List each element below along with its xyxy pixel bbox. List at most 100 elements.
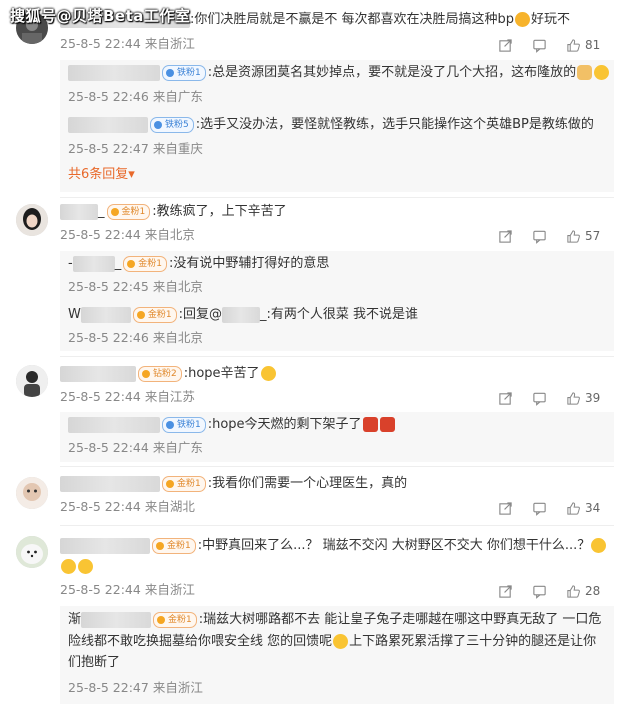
like-count: 39 [585, 391, 601, 405]
like-icon [567, 229, 580, 243]
comment-icon [533, 39, 546, 53]
comment-content: 金粉1:中野真回来了么...？ 瑞兹不交闪 大树野区不交大 你们想干什么...？ [60, 536, 607, 556]
reply-content: 铁粉5:选手又没办法，要怪就怪教练，选手只能操作这个英雄BP是教练做的 [68, 115, 594, 135]
username-suffix: _ [98, 204, 105, 219]
location: 来自北京 [152, 279, 203, 294]
reply-meta: 25-8-5 22:45 来自北京 [68, 278, 203, 296]
username[interactable] [60, 365, 136, 382]
fan-badge: 钻粉2 [138, 365, 182, 382]
divider [60, 466, 614, 467]
comment-button[interactable] [532, 498, 547, 518]
username[interactable] [68, 116, 148, 133]
fan-badge: 金粉1 [123, 255, 167, 272]
location: 来自重庆 [152, 141, 203, 156]
username-prefix: 渐 [68, 612, 82, 627]
like-count: 34 [585, 501, 601, 515]
like-count: 28 [585, 584, 601, 598]
share-button[interactable] [498, 498, 513, 518]
reply-content-line2: 险线都不敢吃换掘墓给你喂安全线 您的回馈呢 上下路累死累活撑了三十分钟的腿还是让你 [68, 632, 596, 652]
timestamp: 25-8-5 22:47 [68, 680, 149, 695]
location: 来自浙江 [152, 680, 203, 695]
timestamp: 25-8-5 22:44 [68, 440, 149, 455]
username-suffix: _ [114, 256, 122, 271]
reply-meta: 25-8-5 22:46 来自广东 [68, 88, 203, 106]
reply-meta: 25-8-5 22:47 来自浙江 [68, 679, 203, 697]
username[interactable] [81, 611, 152, 628]
share-icon [499, 501, 512, 515]
like-button[interactable]: 81 [566, 35, 600, 55]
timestamp: 25-8-5 22:46 [68, 89, 149, 104]
username[interactable] [72, 255, 115, 272]
reply-content: 铁粉1:总是资源团莫名其妙掉点，要不就是没了几个大招，这布隆放的 [68, 63, 610, 83]
location: 来自浙江 [144, 582, 195, 597]
location: 来自湖北 [144, 499, 195, 514]
timestamp: 25-8-5 22:44 [60, 389, 141, 404]
smile-emoji [260, 366, 276, 381]
like-icon [567, 391, 580, 405]
comment-content: 金粉1:我看你们需要一个心理医生，真的 [60, 474, 407, 494]
reply-text: :选手又没办法，要怪就怪教练，选手只能操作这个英雄BP是教练做的 [195, 117, 594, 132]
comment-text: :你们决胜局就是不赢是不 每次都喜欢在决胜局搞这种bp [190, 12, 515, 27]
reply-text: 险线都不敢吃换掘墓给你喂安全线 您的回馈呢 [68, 634, 333, 649]
like-button[interactable]: 28 [566, 581, 600, 601]
reply-content: 渐 金粉1:瑞兹大树哪路都不去 能让皇子兔子走哪越在哪这中野真无敌了 一口危 [68, 610, 601, 630]
username[interactable] [68, 416, 160, 433]
timestamp: 25-8-5 22:46 [68, 330, 149, 345]
share-icon [499, 38, 512, 52]
reply-text: :没有说中野辅打得好的意思 [168, 256, 330, 271]
avatar[interactable] [16, 477, 48, 509]
comment-icon [533, 502, 546, 516]
share-button[interactable] [498, 581, 513, 601]
share-icon [499, 229, 512, 243]
username[interactable] [60, 537, 150, 554]
reply-meta: 25-8-5 22:46 来自北京 [68, 329, 203, 347]
fan-badge: 铁粉5 [150, 116, 194, 133]
reply-content: - _ 金粉1:没有说中野辅打得好的意思 [68, 254, 329, 274]
more-replies-link[interactable]: 共6条回复▾ [68, 166, 135, 184]
reply-text: _:有两个人很菜 我不说是谁 [259, 307, 418, 322]
share-icon [499, 391, 512, 405]
comment-button[interactable] [532, 35, 547, 55]
comment-meta: 25-8-5 22:44 来自北京 [60, 226, 195, 244]
mentioned-username[interactable] [221, 306, 260, 323]
fan-badge: 金粉1 [106, 203, 151, 220]
smile-emoji [333, 634, 349, 649]
username[interactable] [68, 64, 160, 81]
comment-icon [533, 392, 546, 406]
fan-badge: 铁粉1 [162, 64, 206, 81]
timestamp: 25-8-5 22:45 [68, 279, 149, 294]
location: 来自广东 [152, 440, 203, 455]
reply-meta: 25-8-5 22:47 来自重庆 [68, 140, 203, 158]
more-replies-label: 共6条回复 [68, 167, 129, 182]
username[interactable] [60, 475, 160, 492]
reply-content: 铁粉1:hope今天燃的剩下架子了 [68, 415, 396, 435]
comment-icon [533, 585, 546, 599]
share-button[interactable] [498, 388, 513, 408]
comment-text: :我看你们需要一个心理医生，真的 [207, 476, 408, 491]
like-button[interactable]: 39 [566, 388, 600, 408]
comment-meta: 25-8-5 22:44 来自浙江 [60, 35, 195, 53]
like-button[interactable]: 57 [566, 226, 600, 246]
share-button[interactable] [498, 35, 513, 55]
avatar[interactable] [16, 204, 48, 236]
avatar[interactable] [16, 536, 48, 568]
timestamp: 25-8-5 22:44 [60, 36, 141, 51]
comment-meta: 25-8-5 22:44 来自湖北 [60, 498, 195, 516]
comment-button[interactable] [532, 388, 547, 408]
fan-badge: 铁粉1 [162, 416, 206, 433]
share-button[interactable] [498, 226, 513, 246]
share-icon [499, 584, 512, 598]
username[interactable] [60, 203, 98, 220]
comment-button[interactable] [532, 226, 547, 246]
username[interactable] [80, 306, 131, 323]
avatar[interactable] [16, 365, 48, 397]
comment-content: 钻粉2:hope辛苦了 [60, 364, 277, 384]
tongue-emoji [515, 12, 531, 27]
reply-text: :hope今天燃的剩下架子了 [207, 417, 362, 432]
smile-emoji [591, 538, 607, 553]
location: 来自江苏 [144, 389, 195, 404]
comment-button[interactable] [532, 581, 547, 601]
location: 来自北京 [152, 330, 203, 345]
comment-text: :中野真回来了么...？ 瑞兹不交闪 大树野区不交大 你们想干什么...？ [197, 538, 591, 553]
like-button[interactable]: 34 [566, 498, 600, 518]
